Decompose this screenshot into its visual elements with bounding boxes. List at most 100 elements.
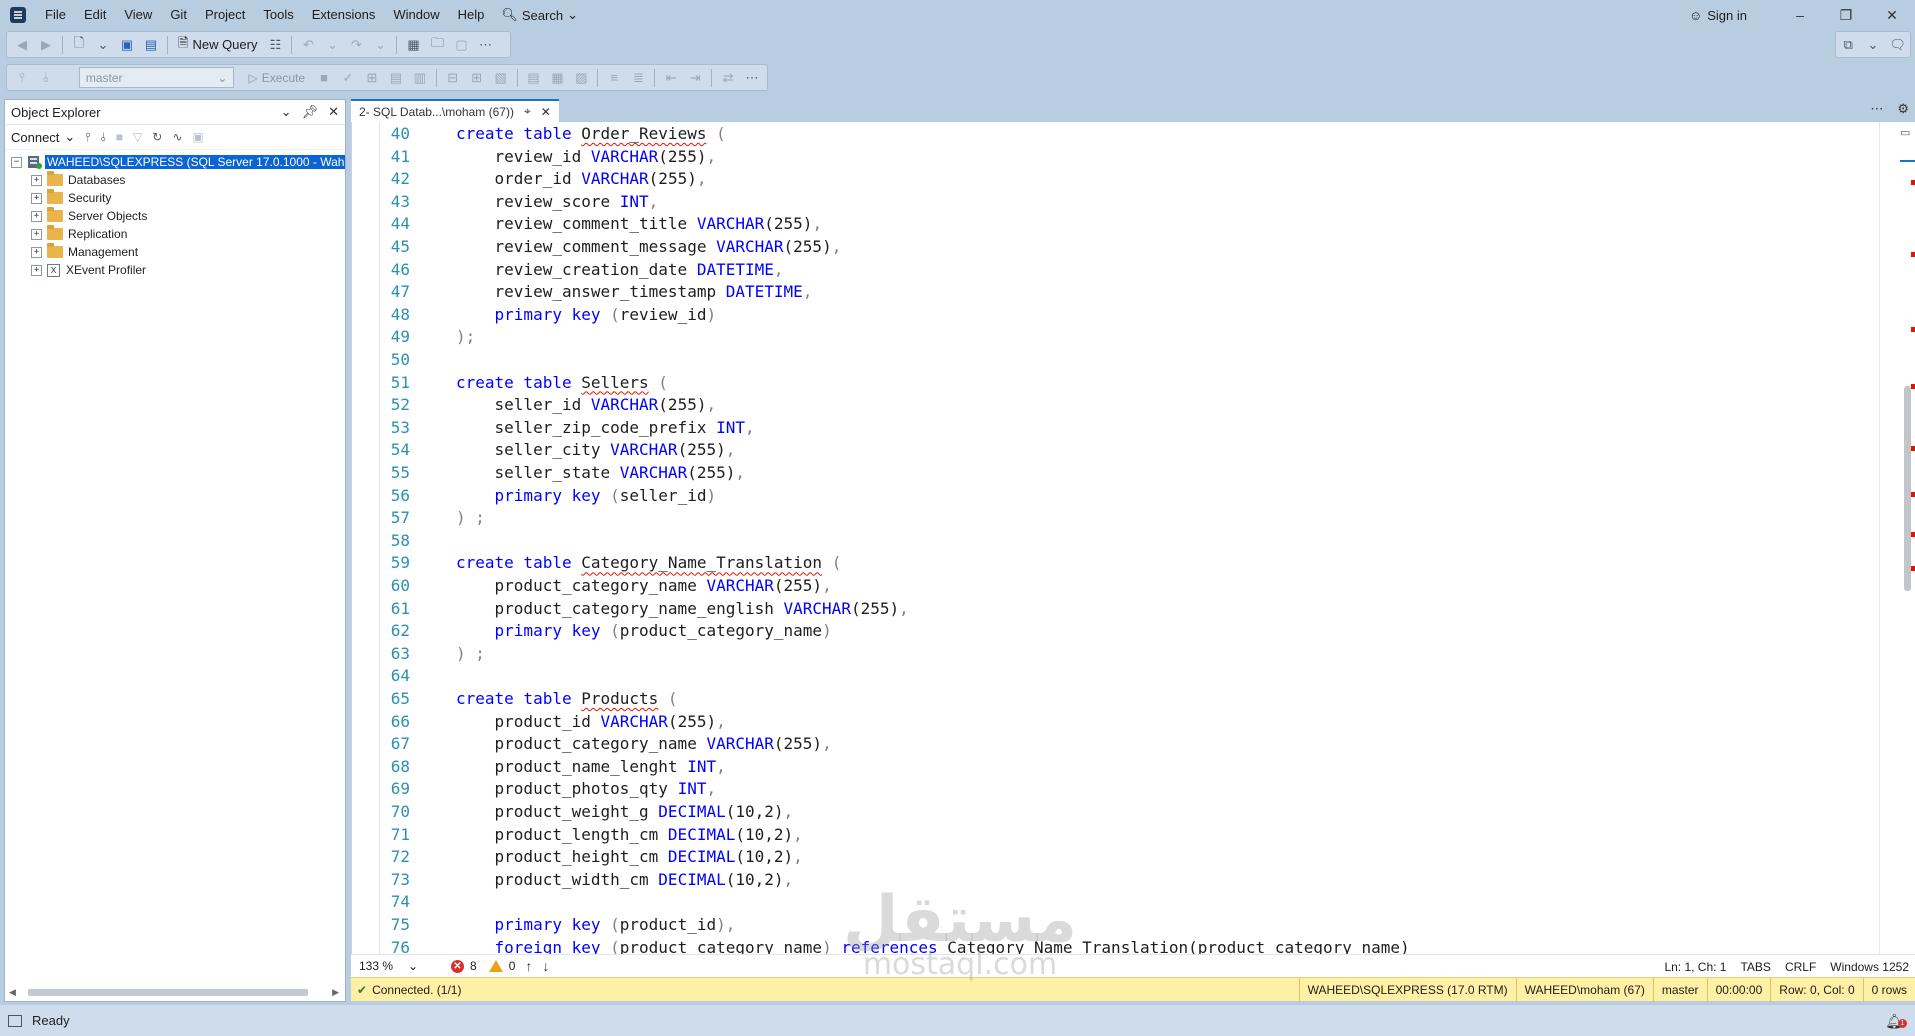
decrease-indent-icon[interactable]: ⇤: [660, 67, 682, 89]
code-line[interactable]: 57) ;: [380, 507, 1880, 530]
ssms-logo-icon[interactable]: [0, 0, 36, 30]
code-line[interactable]: 59 create table Category_Name_Translation…: [380, 552, 1880, 575]
menu-view[interactable]: View: [115, 0, 161, 30]
expand-icon[interactable]: +: [31, 210, 42, 222]
client-stats-icon[interactable]: ▧: [490, 67, 512, 89]
code-line[interactable]: 51 create table Sellers (: [380, 372, 1880, 395]
new-file-icon[interactable]: 🗋︎: [68, 34, 90, 56]
find-in-files-icon[interactable]: 🗀︎: [426, 34, 448, 56]
menu-file[interactable]: File: [36, 0, 75, 30]
menu-tools[interactable]: Tools: [254, 0, 302, 30]
menu-edit[interactable]: Edit: [75, 0, 115, 30]
code-line[interactable]: 47 review_answer_timestamp DATETIME,: [380, 281, 1880, 304]
menu-project[interactable]: Project: [196, 0, 254, 30]
tree-node-management[interactable]: + Management: [5, 243, 345, 261]
error-marker[interactable]: [1911, 327, 1915, 332]
split-window-icon[interactable]: ▭: [1900, 126, 1910, 139]
code-line[interactable]: 58: [380, 530, 1880, 553]
intellisense-icon[interactable]: ▥: [409, 67, 431, 89]
redo-icon[interactable]: ↷: [345, 34, 367, 56]
code-line[interactable]: 45 review_comment_message VARCHAR(255),: [380, 236, 1880, 259]
error-marker[interactable]: [1911, 446, 1915, 451]
disconnect-icon[interactable]: ⫰: [35, 67, 57, 89]
code-line[interactable]: 60 product_category_name VARCHAR(255),: [380, 575, 1880, 598]
indent-mode[interactable]: TABS: [1740, 960, 1770, 974]
execute-button[interactable]: ▷ Execute: [242, 71, 311, 85]
code-line[interactable]: 41 review_id VARCHAR(255),: [380, 146, 1880, 169]
expand-icon[interactable]: +: [31, 174, 42, 186]
code-line[interactable]: 73 product_width_cm DECIMAL(10,2),: [380, 869, 1880, 892]
query-file-icon[interactable]: ☷: [264, 34, 286, 56]
code-line[interactable]: 48 primary key (review_id): [380, 304, 1880, 327]
increase-indent-icon[interactable]: ⇥: [684, 67, 706, 89]
code-line[interactable]: 65 create table Products (: [380, 688, 1880, 711]
output-window-icon[interactable]: [8, 1014, 22, 1027]
save-icon[interactable]: ▣: [116, 34, 138, 56]
new-query-button[interactable]: 🗎︎ New Query: [173, 34, 262, 56]
issue-indicators[interactable]: ✕ 8 0: [451, 959, 515, 973]
code-line[interactable]: 43 review_score INT,: [380, 191, 1880, 214]
restore-button[interactable]: ❐: [1823, 0, 1869, 30]
filter-icon[interactable]: ▽: [133, 130, 142, 144]
code-line[interactable]: 72 product_height_cm DECIMAL(10,2),: [380, 846, 1880, 869]
save-all-icon[interactable]: ▤: [140, 34, 162, 56]
line-endings[interactable]: CRLF: [1785, 960, 1816, 974]
tree-node-xevent-profiler[interactable]: + X XEvent Profiler: [5, 261, 345, 279]
tree-node-server[interactable]: − WAHEED\SQLEXPRESS (SQL Server 17.0.100…: [5, 153, 345, 171]
tree-node-server-objects[interactable]: + Server Objects: [5, 207, 345, 225]
code-line[interactable]: 71 product_length_cm DECIMAL(10,2),: [380, 824, 1880, 847]
code-line[interactable]: 74: [380, 891, 1880, 914]
connect-button[interactable]: Connect ⌄: [11, 129, 75, 145]
close-icon[interactable]: ✕: [328, 104, 339, 120]
notifications-icon[interactable]: 🔔︎ 1: [1885, 1013, 1907, 1030]
code-line[interactable]: 56 primary key (seller_id): [380, 485, 1880, 508]
code-line[interactable]: 54 seller_city VARCHAR(255),: [380, 439, 1880, 462]
code-line[interactable]: 75 primary key (product_id),: [380, 914, 1880, 937]
scroll-left-icon[interactable]: ◀: [9, 987, 16, 998]
error-marker[interactable]: [1911, 492, 1915, 497]
forward-icon[interactable]: ▶: [35, 34, 57, 56]
code-line[interactable]: 50: [380, 349, 1880, 372]
tree-node-security[interactable]: + Security: [5, 189, 345, 207]
code-line[interactable]: 40 create table Order_Reviews (: [380, 123, 1880, 146]
tab-sql-query[interactable]: 2- SQL Datab...\moham (67)) ⌖ ✕: [351, 99, 559, 122]
undo-icon[interactable]: ↶: [297, 34, 319, 56]
stop-icon[interactable]: ■: [116, 130, 123, 144]
more-tabs-icon[interactable]: ⋯: [1870, 101, 1883, 117]
code-line[interactable]: 63) ;: [380, 643, 1880, 666]
uncomment-icon[interactable]: ≣: [627, 67, 649, 89]
connect-icon[interactable]: ⫯: [11, 67, 33, 89]
collapse-icon[interactable]: −: [11, 156, 22, 168]
results-grid-icon[interactable]: ▦: [547, 67, 569, 89]
stop-icon[interactable]: ■: [313, 67, 335, 89]
expand-icon[interactable]: +: [31, 264, 42, 276]
activity-icon[interactable]: ∿: [172, 130, 182, 144]
code-line[interactable]: 42 order_id VARCHAR(255),: [380, 168, 1880, 191]
chevron-down-icon[interactable]: ⌄: [92, 34, 114, 56]
code-line[interactable]: 68 product_name_lenght INT,: [380, 756, 1880, 779]
include-plan-icon[interactable]: ⊟: [442, 67, 464, 89]
connect-plug-icon[interactable]: ⫯: [85, 130, 90, 145]
tree-node-databases[interactable]: + Databases: [5, 171, 345, 189]
code-line[interactable]: 49);: [380, 326, 1880, 349]
scrollbar-thumb[interactable]: [1904, 386, 1911, 591]
close-tab-icon[interactable]: ✕: [541, 105, 551, 119]
back-icon[interactable]: ◀: [11, 34, 33, 56]
feedback-icon[interactable]: 🗨︎: [1887, 34, 1909, 56]
minimize-button[interactable]: –: [1777, 0, 1823, 30]
tree-node-replication[interactable]: + Replication: [5, 225, 345, 243]
expand-icon[interactable]: +: [31, 246, 42, 258]
chevron-down-icon[interactable]: ⌄: [281, 104, 292, 120]
query-options-icon[interactable]: ▤: [385, 67, 407, 89]
live-stats-icon[interactable]: ⊞: [466, 67, 488, 89]
results-text-icon[interactable]: ▤: [523, 67, 545, 89]
scrollbar-thumb[interactable]: [27, 988, 308, 996]
error-marker[interactable]: [1911, 566, 1915, 571]
code-line[interactable]: 67 product_category_name VARCHAR(255),: [380, 733, 1880, 756]
error-marker[interactable]: [1911, 532, 1915, 537]
settings-icon[interactable]: ⚙: [1897, 101, 1909, 117]
horizontal-scrollbar[interactable]: ◀ ▶: [9, 985, 339, 999]
editor-vertical-scrollbar[interactable]: ▭: [1879, 122, 1915, 954]
menu-search[interactable]: 🔍︎ Search ⌄: [493, 7, 586, 23]
expand-icon[interactable]: +: [31, 192, 42, 204]
